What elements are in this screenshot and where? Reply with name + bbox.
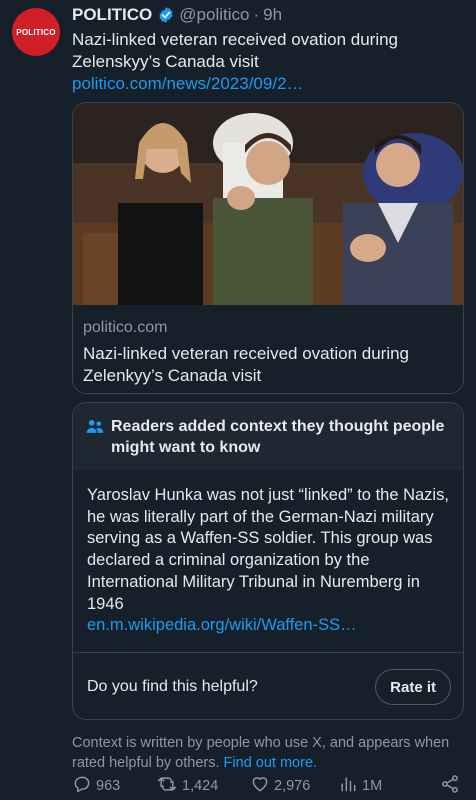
note-body: Yaroslav Hunka was not just “linked” to … bbox=[73, 470, 463, 652]
people-icon bbox=[85, 417, 105, 442]
tweet-content: POLITICO @politico · 9h Nazi-linked vete… bbox=[72, 0, 464, 773]
separator-dot: · bbox=[253, 5, 260, 24]
card-title: Nazi-linked veteran received ovation dur… bbox=[83, 344, 410, 385]
note-text: Yaroslav Hunka was not just “linked” to … bbox=[87, 486, 449, 613]
link-preview-card[interactable]: politico.com Nazi-linked veteran receive… bbox=[72, 102, 464, 394]
share-button[interactable] bbox=[440, 774, 464, 798]
reply-count: 963 bbox=[96, 778, 121, 794]
share-icon bbox=[440, 774, 464, 798]
author-name[interactable]: POLITICO bbox=[72, 5, 152, 25]
repost-count: 1,424 bbox=[182, 778, 219, 794]
card-image[interactable] bbox=[73, 103, 463, 305]
reply-icon bbox=[72, 774, 96, 798]
note-header: Readers added context they thought peopl… bbox=[73, 403, 463, 470]
like-button[interactable]: 2,976 bbox=[250, 774, 338, 798]
note-source-link[interactable]: en.m.wikipedia.org/wiki/Waffen-SS… bbox=[87, 615, 449, 637]
heart-icon bbox=[250, 774, 274, 798]
tweet-text: Nazi-linked veteran received ovation dur… bbox=[72, 30, 399, 71]
helpful-row: Do you find this helpful? Rate it bbox=[73, 653, 463, 719]
reply-button[interactable]: 963 bbox=[72, 774, 156, 798]
views-button[interactable]: 1M bbox=[338, 774, 428, 798]
repost-icon bbox=[156, 774, 182, 798]
find-out-more-link[interactable]: Find out more. bbox=[224, 755, 318, 771]
author-handle[interactable]: @politico bbox=[179, 5, 249, 25]
repost-button[interactable]: 1,424 bbox=[156, 774, 250, 798]
note-title: Readers added context they thought peopl… bbox=[111, 418, 445, 456]
tweet-actions: 963 1,424 2,976 1M bbox=[72, 772, 464, 800]
avatar[interactable]: POLITICO bbox=[12, 8, 60, 56]
like-count: 2,976 bbox=[274, 778, 311, 794]
card-domain: politico.com bbox=[83, 319, 168, 336]
community-note: Readers added context they thought peopl… bbox=[72, 402, 464, 720]
verified-badge-icon bbox=[157, 6, 175, 24]
bar-chart-icon bbox=[338, 774, 362, 798]
tweet-header: POLITICO @politico · 9h bbox=[72, 2, 464, 28]
card-photo bbox=[73, 103, 463, 305]
note-footnote: Context is written by people who use X, … bbox=[72, 733, 464, 773]
tweet-link[interactable]: politico.com/news/2023/09/2… bbox=[72, 73, 464, 95]
rate-it-button[interactable]: Rate it bbox=[375, 669, 451, 705]
views-count: 1M bbox=[362, 778, 383, 794]
avatar-logo-text: POLITICO bbox=[16, 27, 56, 37]
tweet-timestamp[interactable]: 9h bbox=[263, 5, 282, 25]
helpful-question: Do you find this helpful? bbox=[87, 678, 258, 695]
